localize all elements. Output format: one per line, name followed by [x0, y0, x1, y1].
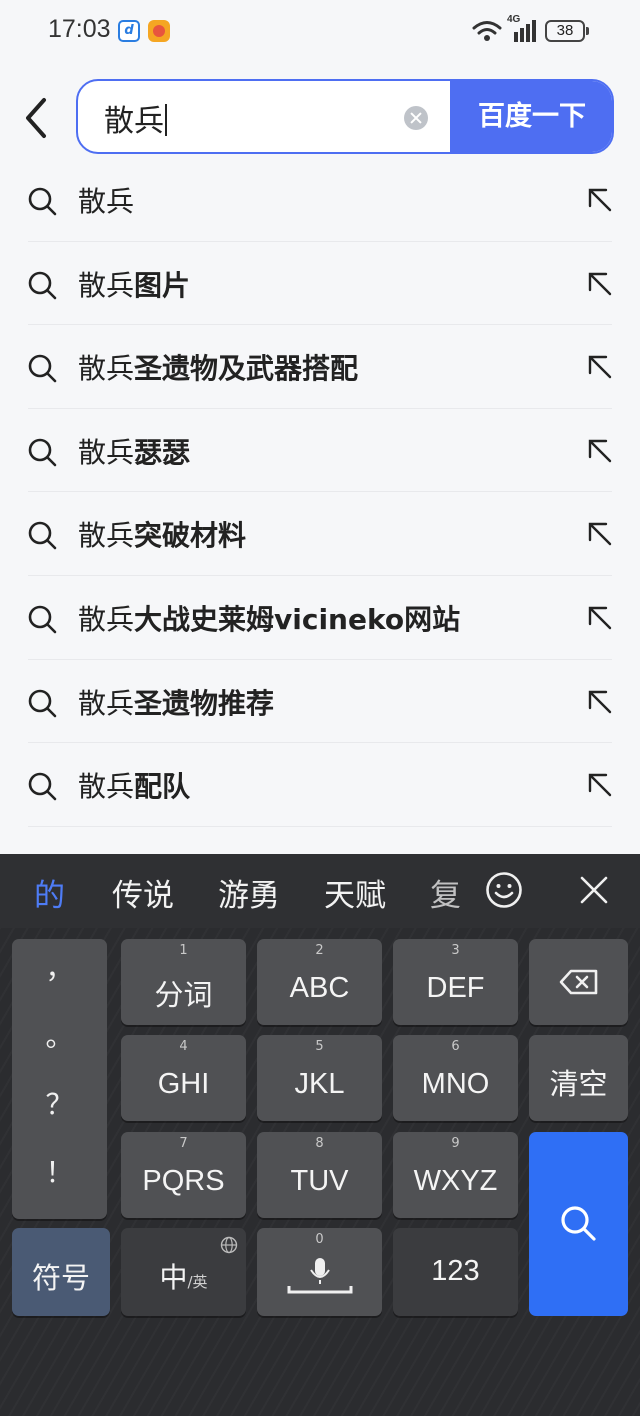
- space-key[interactable]: 0: [257, 1228, 382, 1316]
- key-6[interactable]: 6 MNO: [393, 1035, 518, 1121]
- fill-query-arrow-icon[interactable]: [586, 353, 614, 381]
- suggestion-item[interactable]: 散兵圣遗物及武器搭配: [0, 325, 640, 409]
- app-notification-icon: d: [118, 20, 140, 42]
- search-icon: [28, 187, 57, 216]
- fill-query-arrow-icon[interactable]: [586, 186, 614, 214]
- suggestion-text: 散兵瑟瑟: [78, 435, 191, 469]
- key-3[interactable]: 3 DEF: [393, 939, 518, 1025]
- search-icon: [28, 689, 57, 717]
- suggestion-text: 散兵图片: [78, 268, 191, 302]
- back-arrow-icon[interactable]: [18, 96, 58, 140]
- key-7[interactable]: 7 PQRS: [121, 1132, 246, 1218]
- key-5[interactable]: 5 JKL: [257, 1035, 382, 1121]
- clear-key[interactable]: 清空: [529, 1035, 628, 1121]
- signal-icon: [514, 20, 536, 42]
- suggestion-item[interactable]: 散兵瑟瑟: [0, 409, 640, 493]
- key-8[interactable]: 8 TUV: [257, 1132, 382, 1218]
- status-time: 17:03: [48, 15, 111, 43]
- search-icon: [28, 354, 57, 383]
- punct-question[interactable]: ？: [12, 1083, 107, 1123]
- suggestion-item[interactable]: 散兵: [0, 158, 640, 242]
- key-4[interactable]: 4 GHI: [121, 1035, 246, 1121]
- search-icon: [28, 271, 57, 299]
- candidate-bar: 的 传说 游勇 天赋 复: [0, 854, 640, 928]
- symbol-key[interactable]: 符号: [12, 1228, 110, 1316]
- punctuation-key[interactable]: ， 。 ？ ！: [12, 939, 107, 1219]
- keyboard-search-key[interactable]: [529, 1132, 628, 1316]
- search-button[interactable]: 百度一下: [450, 81, 612, 152]
- suggestion-item[interactable]: 散兵突破材料: [0, 492, 640, 576]
- suggestion-item[interactable]: 散兵圣遗物推荐: [0, 660, 640, 744]
- suggestion-text: 散兵突破材料: [78, 519, 247, 553]
- candidate-word[interactable]: 的: [34, 870, 65, 915]
- search-icon: [28, 438, 57, 467]
- fill-query-arrow-icon[interactable]: [586, 771, 614, 799]
- clear-input-icon[interactable]: [404, 106, 428, 130]
- punct-exclaim[interactable]: ！: [12, 1151, 107, 1191]
- punct-comma[interactable]: ，: [12, 947, 107, 987]
- candidate-word[interactable]: 天赋: [324, 870, 386, 915]
- close-keyboard-icon[interactable]: [578, 874, 610, 906]
- ime-keyboard: 的 传说 游勇 天赋 复 ， 。 ？ ！ 1 分词 2 ABC 3 DEF 4 …: [0, 854, 640, 1416]
- app-notification-icon-2: [148, 20, 170, 42]
- microphone-icon: [287, 1258, 353, 1294]
- search-query[interactable]: 散兵: [104, 96, 167, 140]
- fill-query-arrow-icon[interactable]: [586, 437, 614, 465]
- backspace-key[interactable]: [529, 939, 628, 1025]
- status-bar: 17:03 d 4G 38: [0, 0, 640, 64]
- suggestion-text: 散兵大战史莱姆vicineko网站: [78, 602, 461, 636]
- candidate-word[interactable]: 游勇: [218, 870, 280, 915]
- suggestion-text: 散兵圣遗物推荐: [78, 686, 275, 720]
- search-icon: [561, 1206, 596, 1241]
- candidate-word[interactable]: 传说: [112, 870, 174, 915]
- battery-indicator: 38: [545, 20, 589, 42]
- key-1[interactable]: 1 分词: [121, 939, 246, 1025]
- suggestion-text: 散兵: [78, 185, 135, 218]
- search-icon: [28, 605, 57, 634]
- language-switch-key[interactable]: 中/英: [121, 1228, 246, 1316]
- search-icon: [28, 772, 57, 801]
- suggestion-text: 散兵配队: [78, 770, 191, 804]
- suggestion-item[interactable]: 散兵图片: [0, 242, 640, 326]
- backspace-icon: [559, 969, 598, 995]
- punct-period[interactable]: 。: [12, 1015, 107, 1055]
- emoji-icon[interactable]: [485, 871, 523, 909]
- key-9[interactable]: 9 WXYZ: [393, 1132, 518, 1218]
- wifi-icon: [472, 21, 502, 41]
- key-2[interactable]: 2 ABC: [257, 939, 382, 1025]
- numeric-key[interactable]: 123: [393, 1228, 518, 1316]
- fill-query-arrow-icon[interactable]: [586, 520, 614, 548]
- fill-query-arrow-icon[interactable]: [586, 270, 614, 298]
- fill-query-arrow-icon[interactable]: [586, 688, 614, 716]
- candidate-word[interactable]: 复: [430, 870, 461, 915]
- suggestion-text: 散兵圣遗物及武器搭配: [78, 352, 359, 386]
- suggestion-item[interactable]: 散兵大战史莱姆vicineko网站: [0, 576, 640, 660]
- search-icon: [28, 522, 57, 550]
- globe-icon: [220, 1236, 238, 1254]
- fill-query-arrow-icon[interactable]: [586, 604, 614, 632]
- suggestion-item[interactable]: 散兵配队: [0, 743, 640, 827]
- text-cursor: [165, 104, 167, 136]
- search-input[interactable]: 散兵 百度一下: [76, 79, 614, 154]
- suggestion-list: 散兵 散兵图片 散兵圣遗物及武器搭配 散兵瑟瑟 散兵突破材料 散兵大战史莱姆vi…: [0, 158, 640, 867]
